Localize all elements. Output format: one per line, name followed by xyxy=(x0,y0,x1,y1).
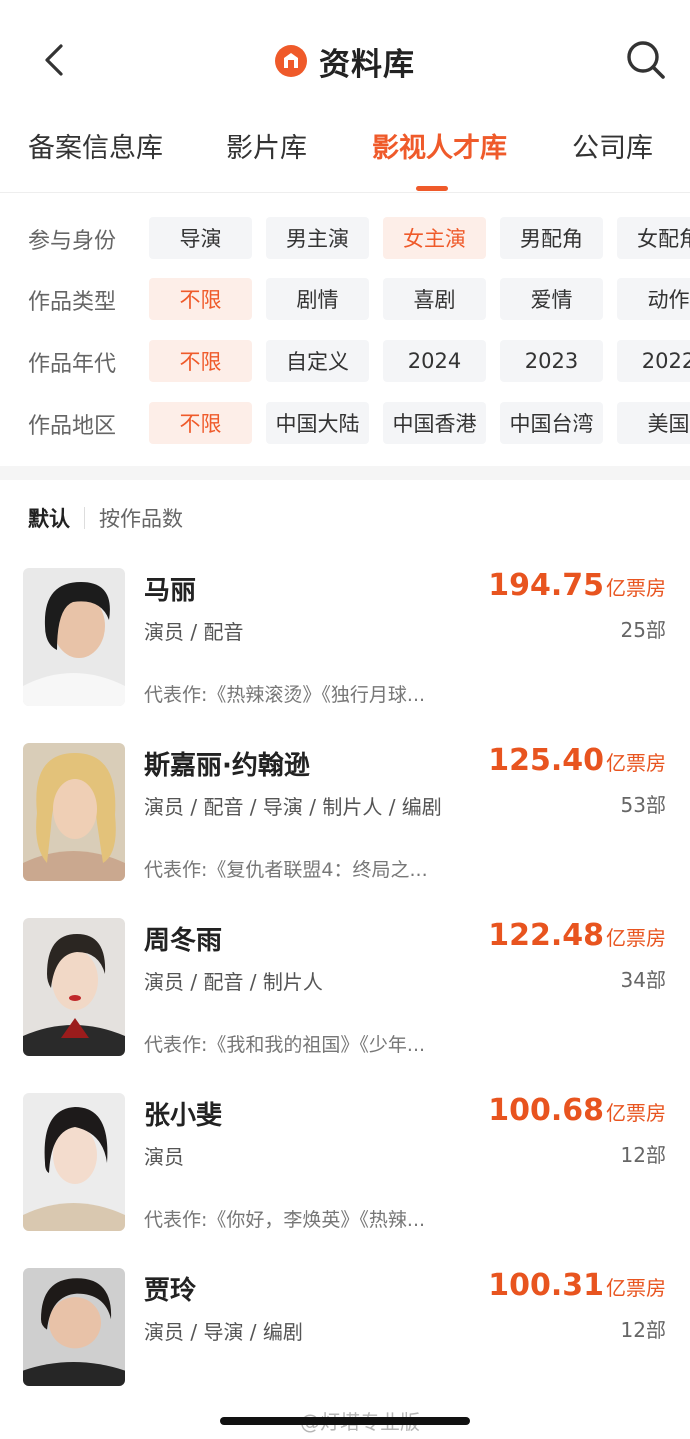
talent-name: 马丽 xyxy=(144,576,197,606)
filter-chip-supporting-actress[interactable]: 女配角 xyxy=(617,217,690,259)
talent-row[interactable]: 周冬雨 演员 / 配音 / 制片人 代表作:《我和我的祖国》《少年... 122… xyxy=(0,912,690,1062)
representative-works: 代表作:《复仇者联盟4：终局之... xyxy=(144,859,428,881)
filter-chip-usa[interactable]: 美国 xyxy=(617,402,690,444)
filter-label: 参与身份 xyxy=(28,229,117,254)
box-office-value: 194.75 xyxy=(488,568,604,603)
box-office-unit: 亿票房 xyxy=(606,926,666,950)
filter-chip-2022[interactable]: 2022 xyxy=(617,340,690,382)
talent-name: 张小斐 xyxy=(144,1101,223,1131)
box-office-unit: 亿票房 xyxy=(606,1101,666,1125)
search-icon[interactable] xyxy=(624,38,668,82)
box-office-unit: 亿票房 xyxy=(606,751,666,775)
tab-bar: 备案信息库 影片库 影视人才库 公司库 xyxy=(0,118,690,192)
filter-panel: 参与身份 导演 男主演 女主演 男配角 女配角 作品类型 不限 剧情 喜剧 爱情… xyxy=(0,194,690,464)
box-office-value: 125.40 xyxy=(488,743,604,778)
logo-icon xyxy=(275,45,307,77)
filter-chip-lead-actress[interactable]: 女主演 xyxy=(383,217,486,259)
talent-row[interactable]: 贾玲 演员 / 导演 / 编剧 100.31 亿票房 12部 xyxy=(0,1262,690,1412)
representative-works: 代表作:《我和我的祖国》《少年... xyxy=(144,1034,426,1056)
sort-by-works[interactable]: 按作品数 xyxy=(99,503,183,533)
works-count: 25部 xyxy=(620,618,666,642)
talent-name: 贾玲 xyxy=(144,1276,197,1306)
title-group: 资料库 xyxy=(0,36,690,86)
talent-name: 斯嘉丽·约翰逊 xyxy=(144,751,310,781)
filter-chip-taiwan[interactable]: 中国台湾 xyxy=(500,402,603,444)
talent-roles: 演员 / 配音 xyxy=(144,620,244,644)
talent-name: 周冬雨 xyxy=(144,926,223,956)
filter-chip-director[interactable]: 导演 xyxy=(149,217,252,259)
filter-row-region: 作品地区 不限 中国大陆 中国香港 中国台湾 美国 xyxy=(0,402,690,446)
talent-roles: 演员 xyxy=(144,1145,184,1169)
representative-works: 代表作:《热辣滚烫》《独行月球... xyxy=(144,684,426,706)
avatar xyxy=(23,1268,125,1386)
filter-label: 作品年代 xyxy=(28,352,117,377)
sort-bar: 默认 按作品数 xyxy=(28,504,183,532)
box-office: 122.48 亿票房 xyxy=(488,918,666,953)
filter-label: 作品地区 xyxy=(28,414,117,439)
talent-roles: 演员 / 配音 / 导演 / 制片人 / 编剧 xyxy=(144,795,442,819)
home-indicator[interactable] xyxy=(220,1417,470,1425)
filter-chip-custom[interactable]: 自定义 xyxy=(266,340,369,382)
box-office: 194.75 亿票房 xyxy=(488,568,666,603)
talent-roles: 演员 / 导演 / 编剧 xyxy=(144,1320,303,1344)
filter-label: 作品类型 xyxy=(28,290,117,315)
filter-chip-any[interactable]: 不限 xyxy=(149,402,252,444)
avatar xyxy=(23,918,125,1056)
filter-chip-drama[interactable]: 剧情 xyxy=(266,278,369,320)
page-title: 资料库 xyxy=(319,46,415,83)
filter-chip-2024[interactable]: 2024 xyxy=(383,340,486,382)
works-count: 12部 xyxy=(620,1318,666,1342)
box-office-value: 100.31 xyxy=(488,1268,604,1303)
representative-works: 代表作:《你好，李焕英》《热辣... xyxy=(144,1209,426,1231)
section-separator xyxy=(0,466,690,480)
filter-chip-lead-actor[interactable]: 男主演 xyxy=(266,217,369,259)
filter-chip-hongkong[interactable]: 中国香港 xyxy=(383,402,486,444)
filter-chip-action[interactable]: 动作 xyxy=(617,278,690,320)
talent-row[interactable]: 斯嘉丽·约翰逊 演员 / 配音 / 导演 / 制片人 / 编剧 代表作:《复仇者… xyxy=(0,737,690,887)
tab-films[interactable]: 影片库 xyxy=(226,126,307,165)
box-office: 100.31 亿票房 xyxy=(488,1268,666,1303)
active-tab-indicator xyxy=(416,186,448,191)
filter-row-role: 参与身份 导演 男主演 女主演 男配角 女配角 xyxy=(0,217,690,261)
works-count: 34部 xyxy=(620,968,666,992)
filter-row-era: 作品年代 不限 自定义 2024 2023 2022 xyxy=(0,340,690,384)
works-count: 12部 xyxy=(620,1143,666,1167)
works-count: 53部 xyxy=(620,793,666,817)
talent-row[interactable]: 张小斐 演员 代表作:《你好，李焕英》《热辣... 100.68 亿票房 12部 xyxy=(0,1087,690,1237)
tab-talent[interactable]: 影视人才库 xyxy=(372,126,507,165)
avatar xyxy=(23,1093,125,1231)
box-office-unit: 亿票房 xyxy=(606,1276,666,1300)
filter-chip-2023[interactable]: 2023 xyxy=(500,340,603,382)
filter-chip-comedy[interactable]: 喜剧 xyxy=(383,278,486,320)
filter-chip-romance[interactable]: 爱情 xyxy=(500,278,603,320)
filter-chip-any[interactable]: 不限 xyxy=(149,340,252,382)
talent-roles: 演员 / 配音 / 制片人 xyxy=(144,970,323,994)
box-office-value: 100.68 xyxy=(488,1093,604,1128)
tab-divider xyxy=(0,192,690,193)
avatar xyxy=(23,568,125,706)
box-office: 125.40 亿票房 xyxy=(488,743,666,778)
box-office-unit: 亿票房 xyxy=(606,576,666,600)
talent-row[interactable]: 马丽 演员 / 配音 代表作:《热辣滚烫》《独行月球... 194.75 亿票房… xyxy=(0,562,690,712)
filter-chip-any[interactable]: 不限 xyxy=(149,278,252,320)
box-office-value: 122.48 xyxy=(488,918,604,953)
top-bar: 资料库 xyxy=(0,0,690,120)
avatar xyxy=(23,743,125,881)
filter-row-genre: 作品类型 不限 剧情 喜剧 爱情 动作 xyxy=(0,278,690,322)
sort-divider xyxy=(84,507,85,529)
box-office: 100.68 亿票房 xyxy=(488,1093,666,1128)
sort-default[interactable]: 默认 xyxy=(28,503,70,533)
filter-chip-mainland[interactable]: 中国大陆 xyxy=(266,402,369,444)
tab-filing-info[interactable]: 备案信息库 xyxy=(28,126,163,165)
filter-chip-supporting-actor[interactable]: 男配角 xyxy=(500,217,603,259)
tab-companies[interactable]: 公司库 xyxy=(572,126,653,165)
